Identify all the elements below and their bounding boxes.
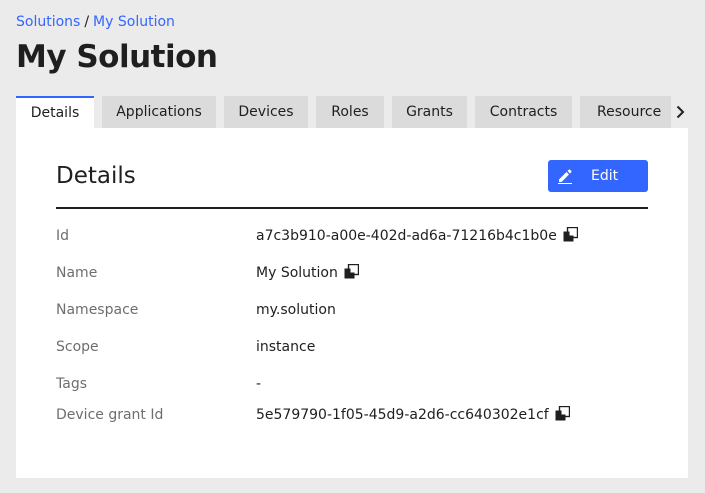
copy-icon[interactable] [344,264,359,279]
detail-row-scope: Scope instance [56,337,656,357]
detail-row-namespace: Namespace my.solution [56,300,656,320]
section-divider [56,207,648,209]
section-title: Details [56,163,136,189]
device-grant-id-value-text: 5e579790-1f05-45d9-a2d6-cc640302e1cf [256,407,549,423]
copy-icon[interactable] [563,227,578,242]
tabs-scroll-right-button[interactable] [671,96,688,128]
id-value-text: a7c3b910-a00e-402d-ad6a-71216b4c1b0e [256,228,557,244]
field-value-id: a7c3b910-a00e-402d-ad6a-71216b4c1b0e [256,226,578,246]
tab-bar: Details Applications Devices Roles Grant… [16,96,688,128]
field-value-tags: - [256,376,262,392]
edit-button-label: Edit [591,168,619,184]
tab-details[interactable]: Details [16,96,94,128]
pencil-icon [558,169,572,184]
edit-button[interactable]: Edit [548,160,648,192]
breadcrumb-separator: / [84,14,90,30]
field-label-device-grant-id: Device grant Id [56,407,164,423]
tab-devices[interactable]: Devices [224,96,308,128]
breadcrumb-current-link[interactable]: My Solution [93,14,175,30]
field-value-device-grant-id: 5e579790-1f05-45d9-a2d6-cc640302e1cf [256,405,570,425]
detail-row-tags: Tags - [56,374,656,394]
detail-row-device-grant-id: Device grant Id 5e579790-1f05-45d9-a2d6-… [56,405,656,425]
chevron-right-icon [676,105,684,119]
tab-roles[interactable]: Roles [316,96,384,128]
tab-grants[interactable]: Grants [392,96,467,128]
field-label-name: Name [56,265,98,281]
field-label-tags: Tags [56,376,87,392]
field-label-scope: Scope [56,339,99,355]
field-value-scope: instance [256,339,316,355]
name-value-text: My Solution [256,265,338,281]
detail-row-id: Id a7c3b910-a00e-402d-ad6a-71216b4c1b0e [56,226,656,246]
details-panel: Details Edit Id a7c3b910-a00e-402d-ad6a-… [16,128,688,478]
field-value-name: My Solution [256,263,359,283]
field-label-namespace: Namespace [56,302,139,318]
tab-resources[interactable]: Resource [580,96,671,128]
copy-icon[interactable] [555,406,570,421]
detail-row-name: Name My Solution [56,263,656,283]
breadcrumb: Solutions / My Solution [16,13,175,31]
page-title: My Solution [16,39,218,75]
tab-applications[interactable]: Applications [102,96,216,128]
breadcrumb-solutions-link[interactable]: Solutions [16,14,80,30]
field-value-namespace: my.solution [256,302,336,318]
field-label-id: Id [56,228,70,244]
tab-contracts[interactable]: Contracts [475,96,572,128]
